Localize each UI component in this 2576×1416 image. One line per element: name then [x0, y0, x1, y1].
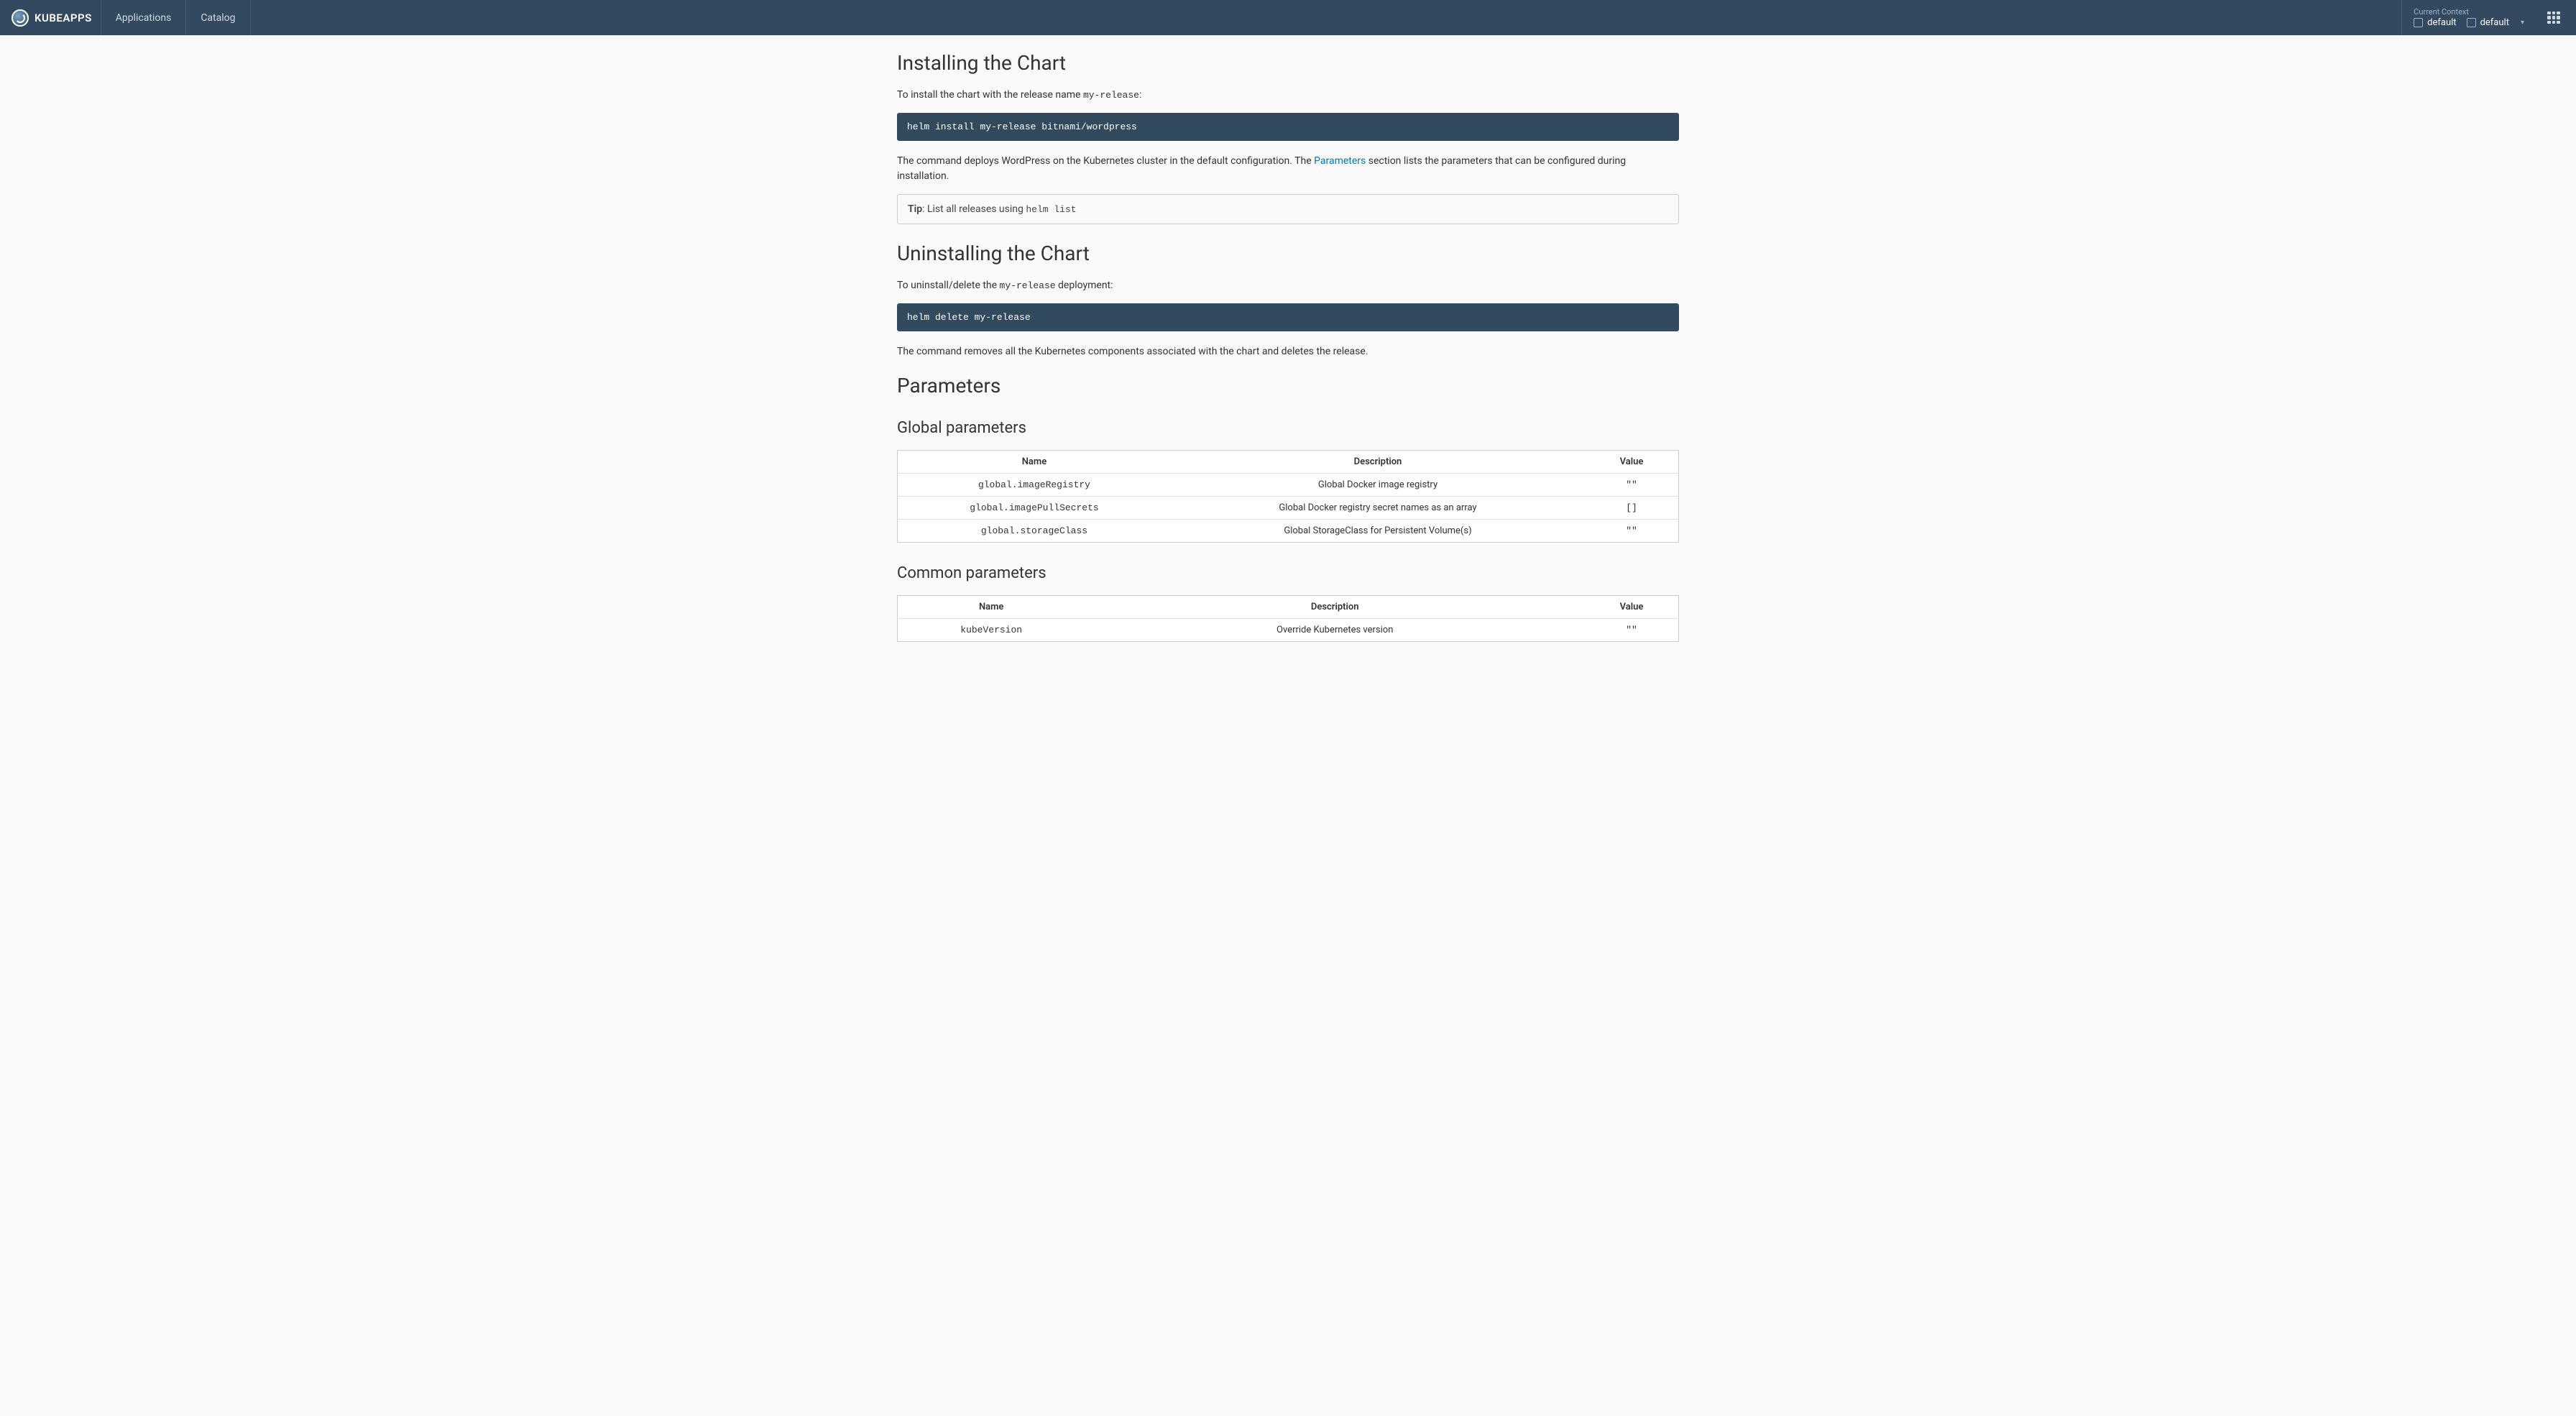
heading-global-params: Global parameters — [897, 419, 1679, 437]
kubeapps-logo-icon — [12, 9, 29, 27]
apps-menu-button[interactable] — [2543, 7, 2564, 29]
tip-text: : List all releases using — [922, 203, 1026, 215]
th-value: Value — [1585, 451, 1678, 474]
namespace-icon — [2467, 18, 2476, 27]
th-description: Description — [1171, 451, 1585, 474]
param-description: Global StorageClass for Persistent Volum… — [1171, 520, 1585, 543]
th-name: Name — [898, 596, 1085, 619]
param-name: global.storageClass — [898, 520, 1171, 543]
param-description: Override Kubernetes version — [1085, 619, 1585, 642]
page-content: Installing the Chart To install the char… — [897, 35, 1679, 678]
apps-grid-icon — [2547, 12, 2560, 24]
param-value: "" — [1585, 474, 1678, 497]
param-value: "" — [1585, 619, 1678, 642]
installing-intro: To install the chart with the release na… — [897, 88, 1679, 103]
cluster-icon — [2414, 18, 2423, 27]
common-params-table: Name Description Value kubeVersionOverri… — [897, 595, 1679, 642]
param-value: "" — [1585, 520, 1678, 543]
tip-label: Tip — [908, 203, 922, 215]
heading-installing: Installing the Chart — [897, 51, 1679, 75]
heading-common-params: Common parameters — [897, 564, 1679, 582]
heading-uninstalling: Uninstalling the Chart — [897, 242, 1679, 265]
param-value: [] — [1585, 497, 1678, 520]
nav-applications[interactable]: Applications — [101, 0, 186, 35]
context-values: default default ▾ — [2414, 17, 2524, 28]
text: deployment: — [1056, 280, 1113, 291]
th-name: Name — [898, 451, 1171, 474]
tip-code: helm list — [1026, 204, 1076, 215]
app-header: KUBEAPPS Applications Catalog Current Co… — [0, 0, 2576, 35]
table-row: global.imagePullSecretsGlobal Docker reg… — [898, 497, 1679, 520]
text: : — [1139, 89, 1141, 101]
nav-catalog[interactable]: Catalog — [185, 0, 250, 35]
main-nav: Applications Catalog — [101, 0, 251, 35]
parameters-link[interactable]: Parameters — [1314, 155, 1366, 167]
text: The command deploys WordPress on the Kub… — [897, 155, 1314, 167]
text: To uninstall/delete the — [897, 280, 1000, 291]
global-params-table: Name Description Value global.imageRegis… — [897, 450, 1679, 543]
delete-command: helm delete my-release — [897, 303, 1679, 331]
uninstalling-after: The command removes all the Kubernetes c… — [897, 344, 1679, 359]
param-name: global.imagePullSecrets — [898, 497, 1171, 520]
param-name: kubeVersion — [898, 619, 1085, 642]
param-description: Global Docker registry secret names as a… — [1171, 497, 1585, 520]
th-value: Value — [1585, 596, 1678, 619]
context-label: Current Context — [2414, 7, 2524, 17]
table-row: global.imageRegistryGlobal Docker image … — [898, 474, 1679, 497]
param-description: Global Docker image registry — [1171, 474, 1585, 497]
chevron-down-icon: ▾ — [2521, 19, 2524, 27]
brand-text: KUBEAPPS — [34, 12, 92, 24]
tip-box: Tip: List all releases using helm list — [897, 194, 1679, 224]
brand[interactable]: KUBEAPPS — [12, 9, 92, 27]
th-description: Description — [1085, 596, 1585, 619]
release-name-code: my-release — [1000, 280, 1056, 291]
text: To install the chart with the release na… — [897, 89, 1083, 101]
context-cluster: default — [2427, 17, 2456, 28]
context-selector[interactable]: Current Context default default ▾ — [2401, 0, 2536, 35]
release-name-code: my-release — [1083, 90, 1139, 101]
param-name: global.imageRegistry — [898, 474, 1171, 497]
table-row: global.storageClassGlobal StorageClass f… — [898, 520, 1679, 543]
table-row: kubeVersionOverride Kubernetes version"" — [898, 619, 1679, 642]
uninstalling-intro: To uninstall/delete the my-release deplo… — [897, 278, 1679, 293]
heading-parameters: Parameters — [897, 374, 1679, 397]
context-namespace: default — [2480, 17, 2509, 28]
installing-after: The command deploys WordPress on the Kub… — [897, 154, 1679, 184]
install-command: helm install my-release bitnami/wordpres… — [897, 113, 1679, 141]
